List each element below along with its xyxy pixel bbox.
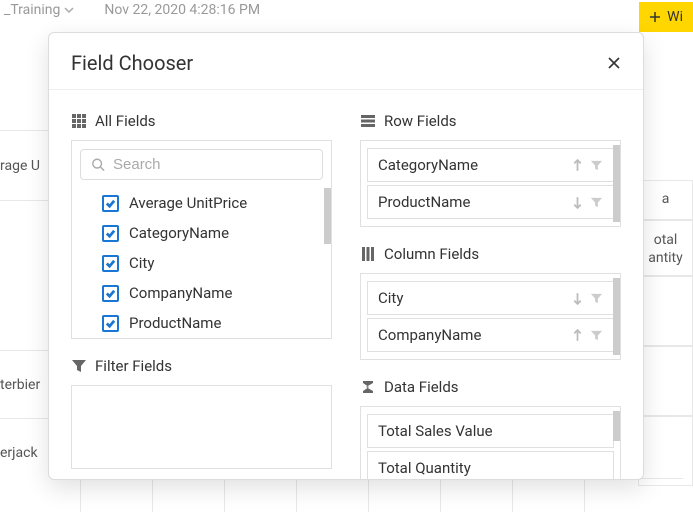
sort-asc-icon[interactable] <box>571 159 584 172</box>
row-fields-panel[interactable]: CategoryName ProductName <box>360 140 621 227</box>
column-fields-title: Column Fields <box>360 245 621 263</box>
section-label: Row Fields <box>384 112 457 130</box>
grid-icon <box>71 113 87 129</box>
funnel-icon <box>71 358 87 374</box>
field-label: City <box>129 254 154 272</box>
row-fields-title: Row Fields <box>360 112 621 130</box>
sort-desc-icon[interactable] <box>571 292 584 305</box>
search-input[interactable] <box>113 156 312 173</box>
field-item-label: City <box>378 289 571 307</box>
search-input-wrap[interactable] <box>80 149 323 180</box>
field-checkbox-row[interactable]: CategoryName <box>72 218 331 248</box>
filter-fields-panel[interactable] <box>71 385 332 469</box>
right-column: Row Fields CategoryName ProductName <box>360 112 621 469</box>
checkbox-checked[interactable] <box>102 195 119 212</box>
filter-icon[interactable] <box>590 159 603 172</box>
section-label: Filter Fields <box>95 357 172 375</box>
close-icon <box>607 56 621 70</box>
field-item[interactable]: City <box>367 281 614 315</box>
field-item[interactable]: CompanyName <box>367 318 614 352</box>
checkbox-checked[interactable] <box>102 285 119 302</box>
field-label: Average UnitPrice <box>129 194 247 212</box>
field-checkbox-row[interactable]: CompanyName <box>72 278 331 308</box>
field-chooser-modal: Field Chooser All Fields <box>48 32 644 480</box>
scrollbar-thumb[interactable] <box>613 145 620 222</box>
scrollbar-thumb[interactable] <box>324 188 331 244</box>
field-label: CompanyName <box>129 284 232 302</box>
field-item[interactable]: Total Sales Value <box>367 414 614 448</box>
section-label: All Fields <box>95 112 156 130</box>
columns-icon <box>360 246 376 262</box>
modal-title: Field Chooser <box>71 51 193 75</box>
field-label: ProductName <box>129 314 221 332</box>
filter-icon[interactable] <box>590 329 603 342</box>
section-label: Column Fields <box>384 245 479 263</box>
field-item-label: CategoryName <box>378 156 571 174</box>
scrollbar-thumb[interactable] <box>613 411 620 441</box>
checkbox-checked[interactable] <box>102 225 119 242</box>
data-fields-panel[interactable]: Total Sales Value Total Quantity <box>360 406 621 479</box>
left-column: All Fields Average UnitPrice <box>71 112 332 469</box>
checkbox-checked[interactable] <box>102 255 119 272</box>
field-item[interactable]: CategoryName <box>367 148 614 182</box>
field-item-label: Total Sales Value <box>378 422 603 440</box>
all-fields-list[interactable]: Average UnitPrice CategoryName City <box>72 188 331 338</box>
all-fields-title: All Fields <box>71 112 332 130</box>
scrollbar-thumb[interactable] <box>613 278 620 355</box>
sort-desc-icon[interactable] <box>571 196 584 209</box>
checkbox-checked[interactable] <box>102 315 119 332</box>
sort-asc-icon[interactable] <box>571 329 584 342</box>
field-item[interactable]: Total Quantity <box>367 451 614 479</box>
data-fields-title: Data Fields <box>360 378 621 396</box>
filter-fields-title: Filter Fields <box>71 357 332 375</box>
field-item-label: Total Quantity <box>378 459 603 477</box>
filter-icon[interactable] <box>590 196 603 209</box>
field-checkbox-row[interactable]: City <box>72 248 331 278</box>
column-fields-panel[interactable]: City CompanyName <box>360 273 621 360</box>
field-item-label: ProductName <box>378 193 571 211</box>
modal-body: All Fields Average UnitPrice <box>49 90 643 479</box>
search-icon <box>91 157 105 172</box>
modal-header: Field Chooser <box>49 33 643 90</box>
field-checkbox-row[interactable]: Average UnitPrice <box>72 188 331 218</box>
field-item[interactable]: ProductName <box>367 185 614 219</box>
rows-icon <box>360 113 376 129</box>
sigma-icon <box>360 379 376 395</box>
section-label: Data Fields <box>384 378 459 396</box>
field-label: CategoryName <box>129 224 229 242</box>
modal-overlay: Field Chooser All Fields <box>0 0 693 512</box>
filter-icon[interactable] <box>590 292 603 305</box>
field-item-label: CompanyName <box>378 326 571 344</box>
all-fields-panel: Average UnitPrice CategoryName City <box>71 140 332 339</box>
field-checkbox-row[interactable]: ProductName <box>72 308 331 338</box>
close-button[interactable] <box>607 56 621 70</box>
